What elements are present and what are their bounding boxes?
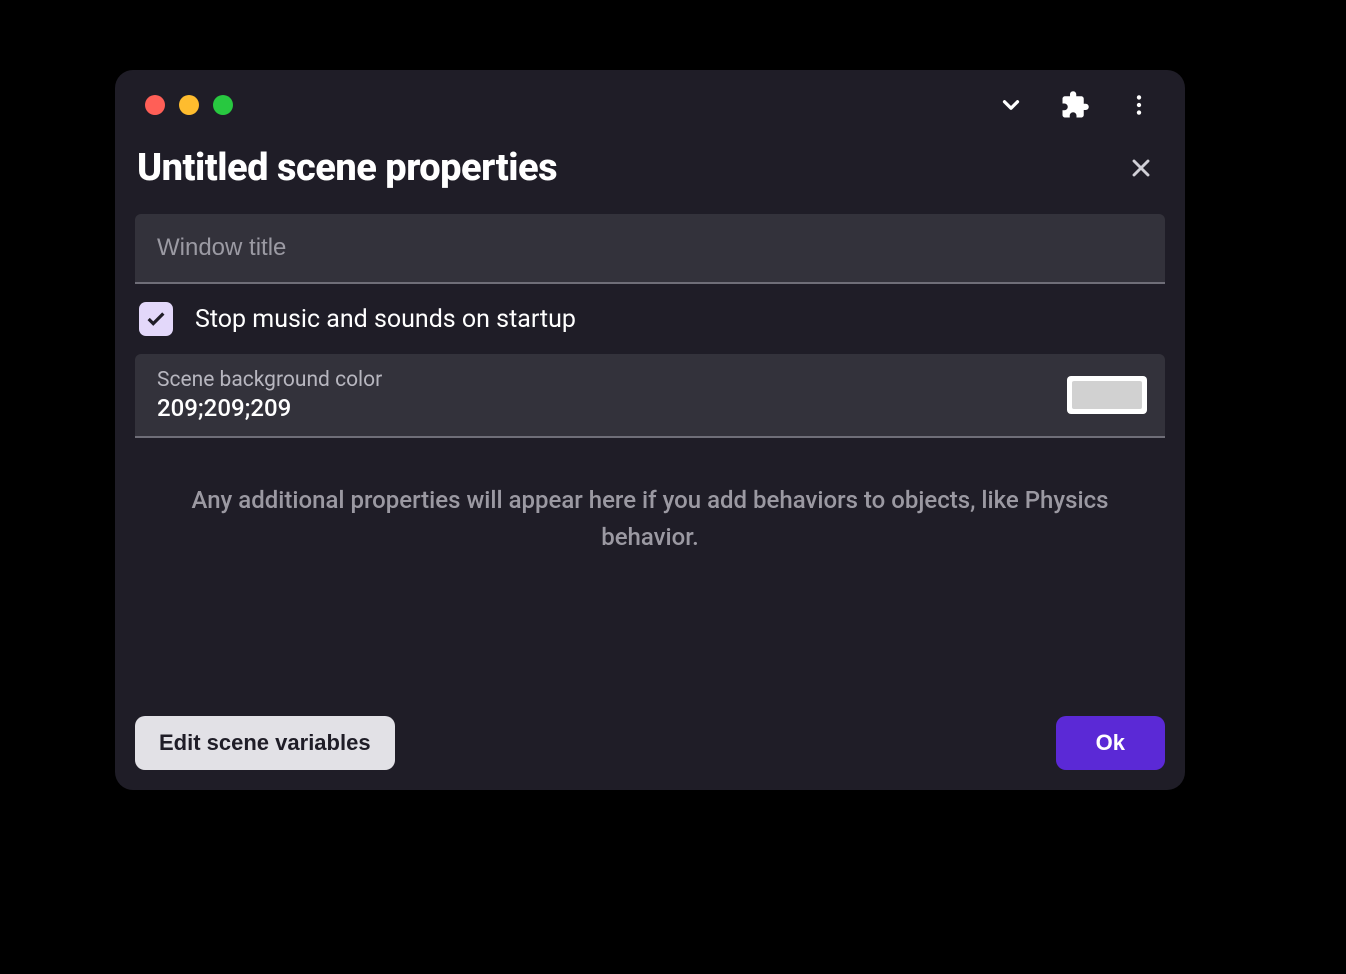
additional-properties-hint: Any additional properties will appear he… [135,438,1165,556]
color-swatch[interactable] [1072,381,1142,409]
dialog-content: Untitled scene properties Stop music and… [115,140,1185,790]
close-icon [1127,154,1155,182]
stop-music-label: Stop music and sounds on startup [195,305,576,334]
window-title-input[interactable] [157,234,1143,262]
check-icon [145,308,167,330]
background-color-text: Scene background color 209;209;209 [157,368,382,422]
window-close-button[interactable] [145,95,165,115]
extension-icon[interactable] [1059,89,1091,121]
edit-scene-variables-button[interactable]: Edit scene variables [135,716,395,770]
stop-music-row[interactable]: Stop music and sounds on startup [135,284,1165,354]
background-color-value: 209;209;209 [157,394,382,422]
window-titlebar [115,70,1185,140]
close-button[interactable] [1123,150,1159,186]
dialog-footer: Edit scene variables Ok [135,696,1165,770]
titlebar-actions [995,89,1165,121]
more-vert-icon[interactable] [1123,89,1155,121]
background-color-label: Scene background color [157,368,382,392]
dialog-title: Untitled scene properties [137,146,557,190]
stop-music-checkbox[interactable] [139,302,173,336]
background-color-field[interactable]: Scene background color 209;209;209 [135,354,1165,438]
window-zoom-button[interactable] [213,95,233,115]
window-title-field[interactable] [135,214,1165,284]
chevron-down-icon[interactable] [995,89,1027,121]
dialog-header: Untitled scene properties [135,140,1165,214]
ok-button[interactable]: Ok [1056,716,1165,770]
scene-properties-dialog: Untitled scene properties Stop music and… [115,70,1185,790]
color-swatch-frame[interactable] [1067,376,1147,414]
traffic-lights [145,95,233,115]
window-minimize-button[interactable] [179,95,199,115]
